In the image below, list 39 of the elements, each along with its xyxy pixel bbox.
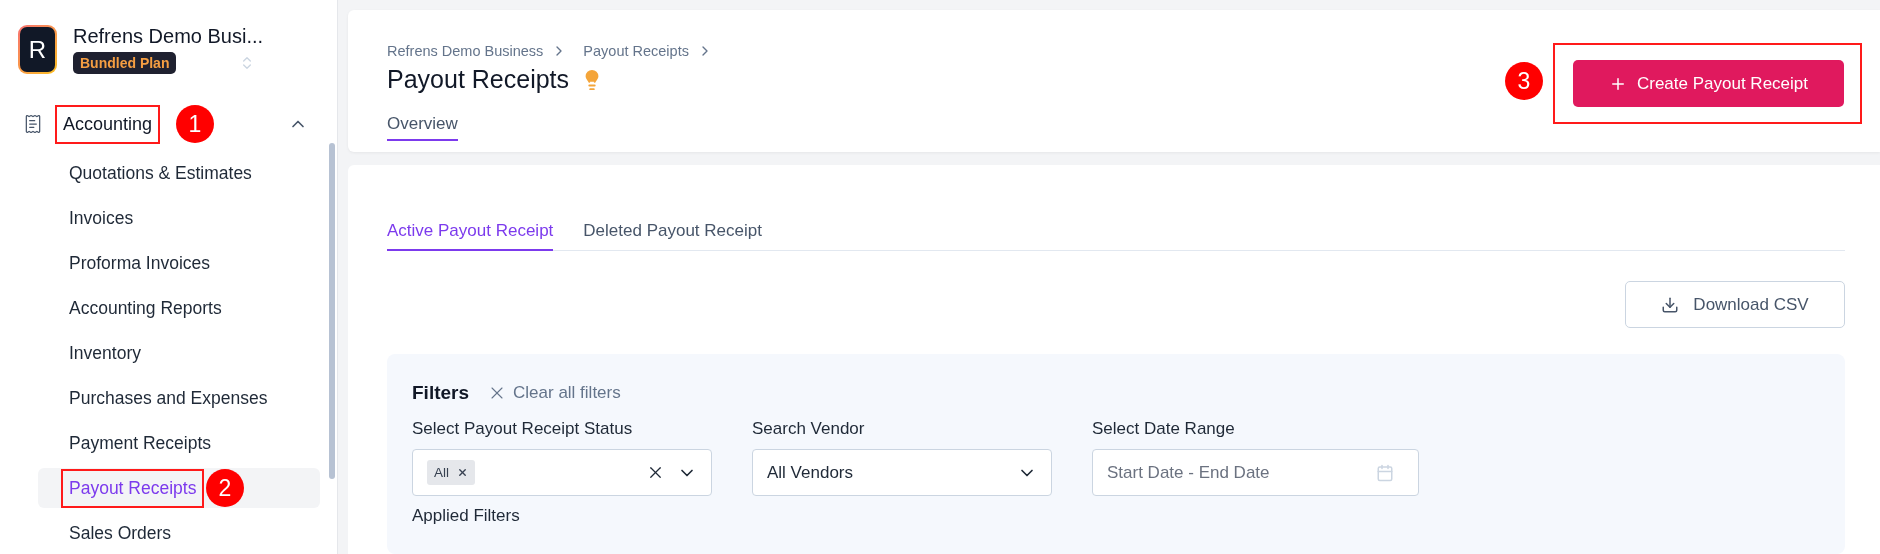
download-button[interactable]: Download CSV — [1625, 281, 1845, 328]
vendor-select[interactable]: All Vendors — [752, 449, 1052, 496]
sidebar-item[interactable]: Sales Orders — [38, 513, 320, 553]
sidebar-item[interactable]: Accounting Reports — [38, 288, 320, 328]
date-range-field[interactable]: Start Date - End Date — [1092, 449, 1419, 496]
sidebar-section[interactable]: Accounting — [23, 103, 163, 145]
sidebar-item[interactable]: Quotations & Estimates — [38, 153, 320, 193]
sidebar-item[interactable]: Payout Receipts 2 — [38, 468, 320, 508]
callout-badge: 2 — [206, 469, 244, 507]
status-select[interactable]: All — [412, 449, 712, 496]
filter-chip: All — [427, 460, 475, 485]
clear-filters-button[interactable]: Clear all filters — [487, 383, 621, 403]
tab[interactable]: Active Payout Receipt — [387, 221, 554, 251]
workspace-logo[interactable]: R — [18, 25, 57, 74]
field-label: Search Vendor — [752, 419, 866, 439]
receipt-icon — [23, 114, 43, 134]
create-button[interactable]: Create Payout Receipt — [1573, 60, 1844, 107]
scrollbar[interactable] — [329, 143, 335, 479]
applied-filters-label: Applied Filters — [412, 506, 521, 526]
filters-title: Filters — [412, 382, 470, 404]
callout-badge: 3 — [1505, 62, 1543, 100]
page-tab[interactable]: Overview — [387, 114, 458, 141]
download-icon — [1661, 295, 1680, 314]
breadcrumb-link[interactable]: Refrens Demo Business — [387, 43, 544, 59]
remove-icon[interactable] — [457, 467, 468, 478]
plan-badge: Bundled Plan — [73, 52, 177, 74]
page-title: Payout Receipts — [387, 65, 570, 94]
sidebar-item[interactable]: Payment Receipts — [38, 423, 320, 463]
sidebar-item[interactable]: Inventory — [38, 333, 320, 373]
field-label: Select Payout Receipt Status — [412, 419, 634, 439]
sidebar-item[interactable]: Proforma Invoices — [38, 243, 320, 283]
sidebar-item[interactable]: Purchases and Expenses — [38, 378, 320, 418]
callout-badge: 1 — [176, 105, 214, 143]
calendar-icon — [1376, 463, 1394, 482]
sidebar-item[interactable]: Invoices — [38, 198, 320, 238]
tab[interactable]: Deleted Payout Receipt — [583, 221, 762, 251]
field-label: Select Date Range — [1092, 419, 1236, 439]
workspace-name[interactable]: Refrens Demo Busi... — [73, 25, 264, 48]
breadcrumb-link[interactable]: Payout Receipts — [583, 43, 689, 59]
